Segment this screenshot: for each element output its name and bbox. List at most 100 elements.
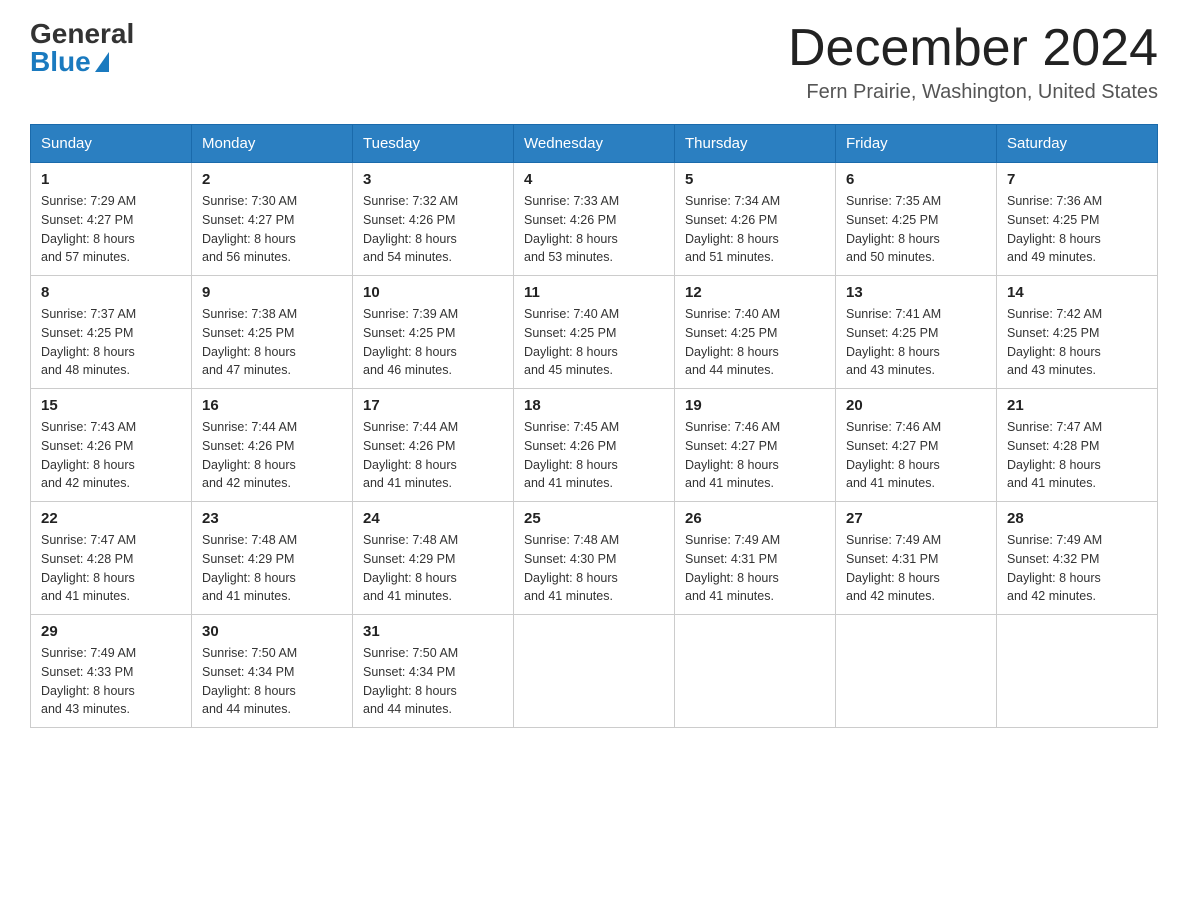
table-row: 9 Sunrise: 7:38 AMSunset: 4:25 PMDaylight… [192,276,353,389]
day-info: Sunrise: 7:40 AMSunset: 4:25 PMDaylight:… [685,305,825,380]
table-row: 1 Sunrise: 7:29 AMSunset: 4:27 PMDaylight… [31,163,192,276]
table-row [997,615,1158,728]
table-row: 20Sunrise: 7:46 AMSunset: 4:27 PMDayligh… [836,389,997,502]
table-row [836,615,997,728]
day-number: 29 [41,623,181,640]
day-info: Sunrise: 7:49 AMSunset: 4:32 PMDaylight:… [1007,531,1147,606]
day-info: Sunrise: 7:47 AMSunset: 4:28 PMDaylight:… [41,531,181,606]
table-row: 6 Sunrise: 7:35 AMSunset: 4:25 PMDaylight… [836,163,997,276]
day-number: 21 [1007,397,1147,414]
calendar-table: Sunday Monday Tuesday Wednesday Thursday… [30,124,1158,728]
day-number: 1 [41,171,181,188]
table-row: 8Sunrise: 7:37 AMSunset: 4:25 PMDaylight… [31,276,192,389]
logo-triangle-icon [95,52,109,72]
header-tuesday: Tuesday [353,125,514,163]
day-number: 18 [524,397,664,414]
table-row: 15 Sunrise: 7:43 AMSunset: 4:26 PMDayligh… [31,389,192,502]
header-saturday: Saturday [997,125,1158,163]
day-number: 31 [363,623,503,640]
day-info: Sunrise: 7:47 AMSunset: 4:28 PMDaylight:… [1007,418,1147,493]
header-monday: Monday [192,125,353,163]
logo-blue-text: Blue [30,48,109,76]
table-row: 10 Sunrise: 7:39 AMSunset: 4:25 PMDayligh… [353,276,514,389]
table-row: 22 Sunrise: 7:47 AMSunset: 4:28 PMDayligh… [31,502,192,615]
day-info: Sunrise: 7:39 AMSunset: 4:25 PMDaylight:… [363,305,503,380]
day-number: 30 [202,623,342,640]
table-row: 4 Sunrise: 7:33 AMSunset: 4:26 PMDaylight… [514,163,675,276]
day-info: Sunrise: 7:48 AMSunset: 4:29 PMDaylight:… [363,531,503,606]
header-sunday: Sunday [31,125,192,163]
header-thursday: Thursday [675,125,836,163]
table-row: 5Sunrise: 7:34 AMSunset: 4:26 PMDaylight… [675,163,836,276]
day-info: Sunrise: 7:36 AMSunset: 4:25 PMDaylight:… [1007,192,1147,267]
title-block: December 2024 Fern Prairie, Washington, … [788,20,1158,104]
day-info: Sunrise: 7:45 AMSunset: 4:26 PMDaylight:… [524,418,664,493]
table-row: 17 Sunrise: 7:44 AMSunset: 4:26 PMDayligh… [353,389,514,502]
table-row: 16 Sunrise: 7:44 AMSunset: 4:26 PMDayligh… [192,389,353,502]
day-info: Sunrise: 7:33 AMSunset: 4:26 PMDaylight:… [524,192,664,267]
table-row: 29 Sunrise: 7:49 AMSunset: 4:33 PMDayligh… [31,615,192,728]
table-row: 26 Sunrise: 7:49 AMSunset: 4:31 PMDayligh… [675,502,836,615]
day-info: Sunrise: 7:42 AMSunset: 4:25 PMDaylight:… [1007,305,1147,380]
location-title: Fern Prairie, Washington, United States [788,81,1158,104]
day-number: 13 [846,284,986,301]
day-number: 17 [363,397,503,414]
day-info: Sunrise: 7:49 AMSunset: 4:33 PMDaylight:… [41,644,181,719]
day-number: 10 [363,284,503,301]
table-row: 28Sunrise: 7:49 AMSunset: 4:32 PMDayligh… [997,502,1158,615]
day-info: Sunrise: 7:48 AMSunset: 4:29 PMDaylight:… [202,531,342,606]
table-row: 21 Sunrise: 7:47 AMSunset: 4:28 PMDayligh… [997,389,1158,502]
header-friday: Friday [836,125,997,163]
table-row: 25Sunrise: 7:48 AMSunset: 4:30 PMDayligh… [514,502,675,615]
day-number: 6 [846,171,986,188]
weekday-header-row: Sunday Monday Tuesday Wednesday Thursday… [31,125,1158,163]
day-info: Sunrise: 7:40 AMSunset: 4:25 PMDaylight:… [524,305,664,380]
day-number: 14 [1007,284,1147,301]
day-number: 4 [524,171,664,188]
month-title: December 2024 [788,20,1158,77]
day-info: Sunrise: 7:49 AMSunset: 4:31 PMDaylight:… [685,531,825,606]
calendar-week-row: 8Sunrise: 7:37 AMSunset: 4:25 PMDaylight… [31,276,1158,389]
day-number: 23 [202,510,342,527]
table-row: 2Sunrise: 7:30 AMSunset: 4:27 PMDaylight… [192,163,353,276]
day-number: 20 [846,397,986,414]
day-number: 11 [524,284,664,301]
day-number: 26 [685,510,825,527]
day-info: Sunrise: 7:50 AMSunset: 4:34 PMDaylight:… [202,644,342,719]
day-info: Sunrise: 7:34 AMSunset: 4:26 PMDaylight:… [685,192,825,267]
day-number: 27 [846,510,986,527]
table-row: 13 Sunrise: 7:41 AMSunset: 4:25 PMDayligh… [836,276,997,389]
day-info: Sunrise: 7:41 AMSunset: 4:25 PMDaylight:… [846,305,986,380]
day-number: 12 [685,284,825,301]
day-info: Sunrise: 7:38 AMSunset: 4:25 PMDaylight:… [202,305,342,380]
day-info: Sunrise: 7:46 AMSunset: 4:27 PMDaylight:… [685,418,825,493]
day-number: 8 [41,284,181,301]
day-number: 24 [363,510,503,527]
day-info: Sunrise: 7:44 AMSunset: 4:26 PMDaylight:… [363,418,503,493]
day-number: 2 [202,171,342,188]
calendar-week-row: 29 Sunrise: 7:49 AMSunset: 4:33 PMDayligh… [31,615,1158,728]
day-info: Sunrise: 7:44 AMSunset: 4:26 PMDaylight:… [202,418,342,493]
table-row: 14 Sunrise: 7:42 AMSunset: 4:25 PMDayligh… [997,276,1158,389]
table-row: 27Sunrise: 7:49 AMSunset: 4:31 PMDayligh… [836,502,997,615]
day-info: Sunrise: 7:35 AMSunset: 4:25 PMDaylight:… [846,192,986,267]
day-number: 25 [524,510,664,527]
day-number: 22 [41,510,181,527]
table-row: 30 Sunrise: 7:50 AMSunset: 4:34 PMDayligh… [192,615,353,728]
day-number: 16 [202,397,342,414]
day-info: Sunrise: 7:50 AMSunset: 4:34 PMDaylight:… [363,644,503,719]
logo-general-text: General [30,20,134,48]
table-row [675,615,836,728]
table-row: 24 Sunrise: 7:48 AMSunset: 4:29 PMDayligh… [353,502,514,615]
table-row: 7 Sunrise: 7:36 AMSunset: 4:25 PMDaylight… [997,163,1158,276]
calendar-week-row: 22 Sunrise: 7:47 AMSunset: 4:28 PMDayligh… [31,502,1158,615]
day-number: 3 [363,171,503,188]
page-header: General Blue December 2024 Fern Prairie,… [30,20,1158,104]
day-info: Sunrise: 7:29 AMSunset: 4:27 PMDaylight:… [41,192,181,267]
table-row: 11 Sunrise: 7:40 AMSunset: 4:25 PMDayligh… [514,276,675,389]
table-row [514,615,675,728]
day-number: 7 [1007,171,1147,188]
day-info: Sunrise: 7:43 AMSunset: 4:26 PMDaylight:… [41,418,181,493]
day-number: 15 [41,397,181,414]
day-number: 9 [202,284,342,301]
